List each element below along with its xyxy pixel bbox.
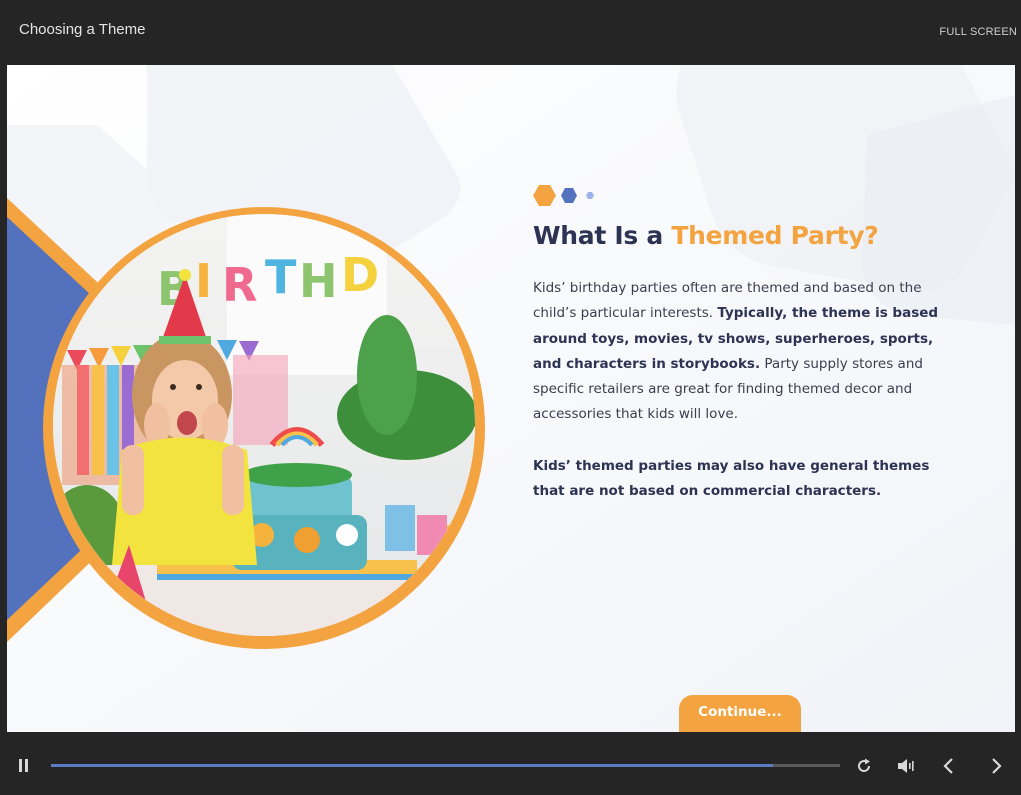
pause-icon <box>19 759 22 772</box>
previous-button[interactable] <box>942 757 956 779</box>
heading-main: What Is a <box>533 221 672 250</box>
replay-icon <box>858 758 871 772</box>
player-controls <box>0 732 1021 795</box>
chevron-right-icon <box>992 758 1002 774</box>
orange-hexagon-icon <box>533 185 556 206</box>
slide-body: Kids’ birthday parties often are themed … <box>533 276 953 504</box>
continue-button[interactable]: Continue... <box>679 695 801 732</box>
svg-text:I: I <box>195 254 212 308</box>
replay-button[interactable] <box>855 757 873 779</box>
light-blue-hexagon-icon <box>586 192 594 199</box>
svg-text:T: T <box>265 250 297 304</box>
course-title: Choosing a Theme <box>19 21 146 38</box>
paragraph-2: Kids’ themed parties may also have gener… <box>533 454 953 505</box>
volume-button[interactable] <box>896 757 916 779</box>
progress-fill <box>51 764 773 767</box>
blue-hexagon-icon <box>561 188 577 203</box>
fullscreen-button[interactable]: FULL SCREEN <box>939 26 1017 38</box>
hexagon-decoration <box>533 185 594 206</box>
paragraph-1: Kids’ birthday parties often are themed … <box>533 276 953 428</box>
svg-text:H: H <box>299 254 338 308</box>
pause-icon-bar <box>25 759 28 772</box>
paragraph-2-bold: Kids’ themed parties may also have gener… <box>533 457 930 500</box>
top-bar: Choosing a Theme FULL SCREEN <box>0 0 1021 65</box>
pause-button[interactable] <box>17 759 31 773</box>
volume-icon <box>898 759 914 773</box>
svg-text:R: R <box>222 258 257 312</box>
progress-bar[interactable] <box>51 764 840 767</box>
chevron-left-icon <box>943 758 953 774</box>
svg-text:D: D <box>341 248 379 302</box>
slide-heading: What Is a Themed Party? <box>533 221 879 250</box>
heading-accent: Themed Party? <box>671 221 879 250</box>
slide-canvas: B I R T H D What Is a Themed Party? Kids… <box>7 65 1015 732</box>
next-button[interactable] <box>989 757 1003 779</box>
